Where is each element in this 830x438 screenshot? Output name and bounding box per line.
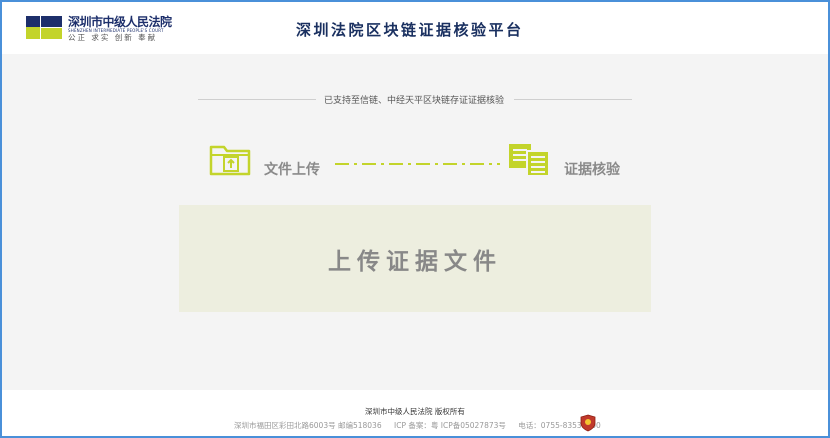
page-title: 深圳法院区块链证据核验平台: [296, 21, 524, 39]
step-connector: [335, 163, 500, 165]
main-content: 已支持至信链、中经天平区块链存证证据核验 文件上传 证据核验 上传证据文件: [2, 54, 828, 390]
police-badge-icon[interactable]: [580, 414, 596, 432]
folder-upload-icon: [209, 145, 251, 176]
step-upload-label: 文件上传: [264, 162, 320, 178]
documents-icon: [509, 144, 550, 177]
copyright-text: 深圳市中级人民法院 版权所有: [365, 407, 465, 416]
site-footer: 深圳市中级人民法院 版权所有 深圳市福田区彩田北路6003号 邮编518036 …: [2, 390, 828, 436]
divider-right: [514, 99, 632, 100]
court-logo-icon: [24, 14, 64, 41]
court-motto: 公正 求实 创新 奉献: [68, 33, 158, 42]
footer-icp[interactable]: ICP 备案：粤 ICP备05027873号: [394, 421, 506, 430]
footer-address: 深圳市福田区彩田北路6003号 邮编518036: [234, 421, 382, 430]
footer-info: 深圳市福田区彩田北路6003号 邮编518036 ICP 备案：粤 ICP备05…: [234, 420, 611, 431]
step-verify-label: 证据核验: [564, 162, 620, 178]
upload-evidence-label: 上传证据文件: [328, 248, 502, 275]
browser-frame: 深圳市中级人民法院 SHENZHEN INTERMEDIATE PEOPLE'S…: [0, 0, 830, 438]
upload-evidence-button[interactable]: 上传证据文件: [179, 205, 651, 312]
site-header: 深圳市中级人民法院 SHENZHEN INTERMEDIATE PEOPLE'S…: [2, 2, 828, 54]
support-notice: 已支持至信链、中经天平区块链存证证据核验: [324, 96, 505, 106]
divider-left: [198, 99, 316, 100]
